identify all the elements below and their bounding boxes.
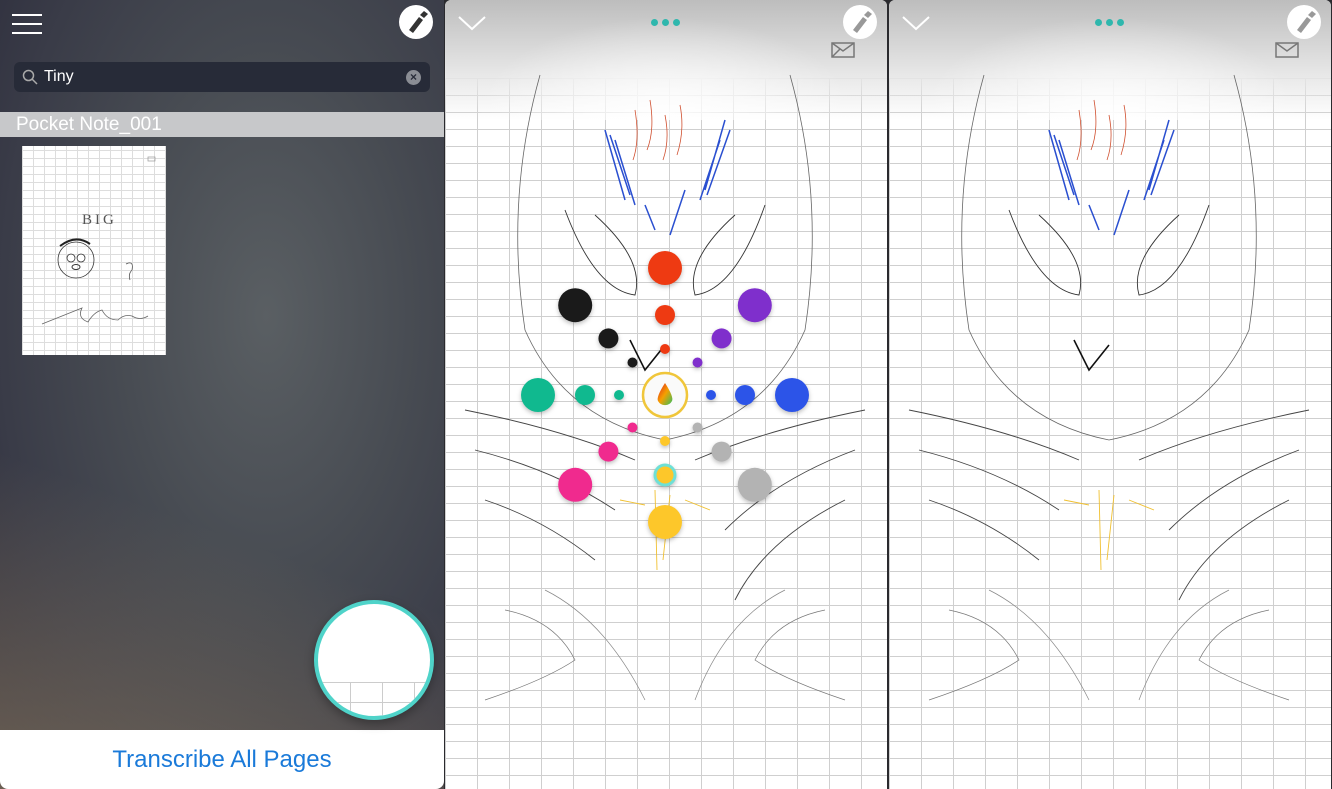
sketch-stroke bbox=[1048, 129, 1080, 206]
color-swatch[interactable] bbox=[660, 436, 670, 446]
color-swatch[interactable] bbox=[706, 390, 716, 400]
page-thumbnail[interactable]: BIG bbox=[22, 146, 166, 355]
search-icon bbox=[22, 69, 38, 85]
color-swatch[interactable] bbox=[660, 344, 670, 354]
color-swatch[interactable] bbox=[648, 505, 682, 539]
hamburger-icon[interactable] bbox=[12, 14, 42, 34]
notes-sidebar: × Pocket Note_001 BIG Transcribe All Pag… bbox=[0, 0, 444, 789]
sketch-stroke bbox=[1073, 339, 1110, 372]
sketch-stroke bbox=[928, 609, 1290, 701]
note-page[interactable] bbox=[889, 0, 1331, 789]
color-swatch[interactable] bbox=[711, 441, 732, 462]
color-swatch[interactable] bbox=[775, 378, 809, 412]
notebook-section-header: Pocket Note_001 bbox=[0, 112, 444, 137]
search-field[interactable]: × bbox=[14, 62, 430, 92]
color-swatch[interactable] bbox=[558, 288, 593, 323]
sketch-stroke bbox=[961, 74, 1110, 441]
color-swatch[interactable] bbox=[737, 467, 772, 502]
search-input[interactable] bbox=[44, 62, 394, 92]
chevron-down-icon[interactable] bbox=[901, 12, 931, 34]
color-swatch[interactable] bbox=[575, 385, 595, 405]
color-swatch[interactable] bbox=[735, 385, 755, 405]
sketch-stroke bbox=[1063, 489, 1155, 571]
color-swatch[interactable] bbox=[627, 357, 638, 368]
mail-icon[interactable] bbox=[1275, 42, 1299, 58]
color-swatch[interactable] bbox=[692, 357, 703, 368]
color-swatch[interactable] bbox=[648, 251, 682, 285]
sketch-stroke bbox=[1136, 204, 1210, 296]
sketch-stroke bbox=[908, 409, 1080, 561]
color-swatch[interactable] bbox=[737, 288, 772, 323]
sketch-stroke bbox=[1143, 119, 1175, 201]
color-swatch[interactable] bbox=[655, 305, 675, 325]
color-swatch[interactable] bbox=[653, 463, 677, 487]
thumbnail-text: BIG bbox=[82, 212, 117, 228]
sketch-stroke bbox=[1108, 74, 1257, 441]
color-swatch[interactable] bbox=[598, 441, 619, 462]
color-picker[interactable] bbox=[445, 0, 887, 789]
color-swatch[interactable] bbox=[521, 378, 555, 412]
page-preview-bubble[interactable] bbox=[314, 600, 434, 720]
clear-search-icon[interactable]: × bbox=[406, 70, 421, 85]
color-swatch[interactable] bbox=[598, 328, 619, 349]
transcribe-all-pages-button[interactable]: Transcribe All Pages bbox=[0, 730, 444, 789]
pen-icon[interactable] bbox=[399, 5, 433, 39]
color-swatch[interactable] bbox=[692, 422, 703, 433]
sketch-drawing bbox=[908, 74, 1310, 701]
color-swatch[interactable] bbox=[558, 467, 593, 502]
pen-icon[interactable] bbox=[1287, 5, 1321, 39]
sketch-stroke bbox=[1008, 209, 1082, 296]
sketch-stroke bbox=[1138, 409, 1310, 601]
sketch-stroke bbox=[1076, 99, 1127, 161]
note-page-editing[interactable] bbox=[445, 0, 887, 789]
more-dots-icon[interactable] bbox=[1095, 19, 1124, 26]
color-swatch[interactable] bbox=[614, 390, 624, 400]
sketch-stroke bbox=[1088, 189, 1130, 236]
color-swatch[interactable] bbox=[711, 328, 732, 349]
color-swatch[interactable] bbox=[627, 422, 638, 433]
sketch-stroke bbox=[988, 589, 1230, 701]
